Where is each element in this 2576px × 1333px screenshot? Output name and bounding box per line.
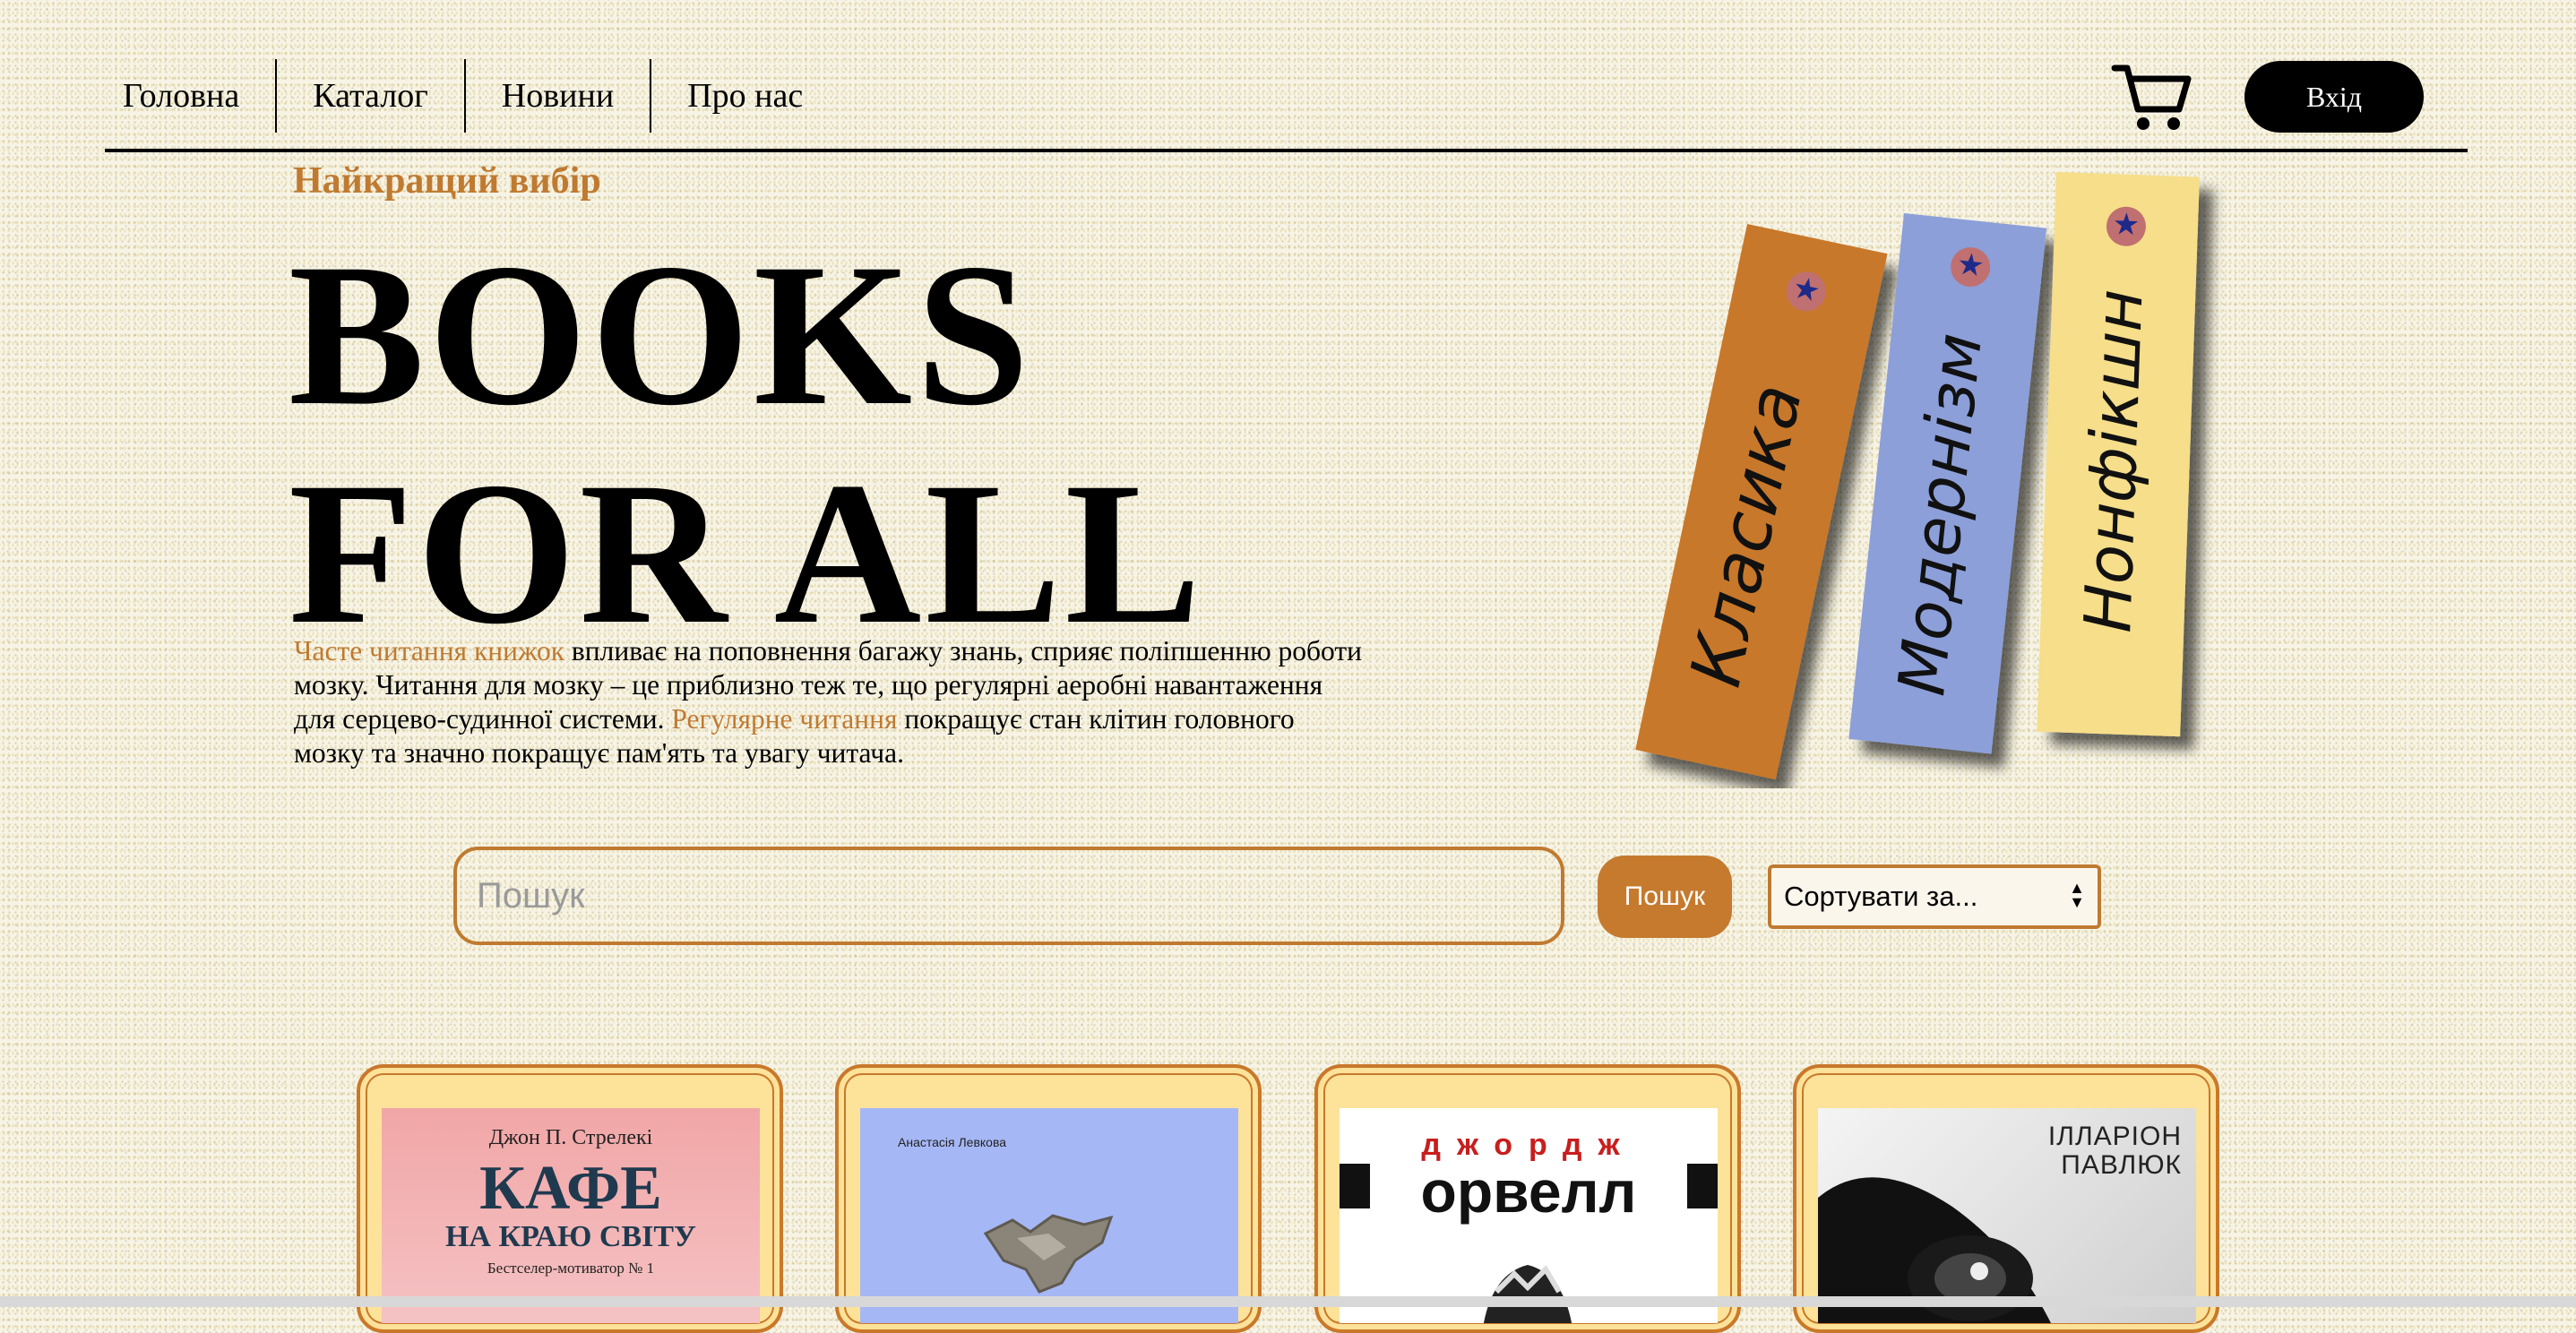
book-author-last: орвелл <box>1420 1158 1637 1225</box>
hero-eyebrow: Найкращий вибір <box>293 160 601 202</box>
bookmark-nonfiction[interactable]: ★ Нонфікшн <box>2037 172 2200 737</box>
book-author: Анастасія Левкова <box>898 1135 1007 1149</box>
book-card[interactable]: Анастасія Левкова <box>835 1064 1262 1333</box>
sort-select[interactable]: Сортувати за... ▲ ▼ <box>1768 864 2101 929</box>
book-tagline: Бестселер-мотиватор № 1 <box>487 1260 655 1277</box>
nav-item-home[interactable]: Головна <box>105 59 275 133</box>
hero-intro: Часте читання книжок впливає на поповнен… <box>294 634 1369 770</box>
search-input[interactable] <box>453 847 1564 945</box>
hero-title: BOOKS FOR ALL <box>289 222 1205 666</box>
book-cover: Джон П. Стрелекі КАФЕ НА КРАЮ СВІТУ Бест… <box>382 1108 760 1323</box>
book-card[interactable]: Джон П. Стрелекі КАФЕ НА КРАЮ СВІТУ Бест… <box>357 1064 783 1333</box>
sort-select-value: Сортувати за... <box>1784 881 1978 912</box>
select-arrows-icon: ▲ ▼ <box>2069 879 2085 911</box>
intro-accent-2: Регулярне читання <box>671 703 898 735</box>
cover-bar <box>1340 1164 1370 1208</box>
star-icon: ★ <box>1955 246 1986 285</box>
nav-underline <box>105 149 2468 152</box>
book-subtitle: НА КРАЮ СВІТУ <box>444 1220 696 1253</box>
login-button[interactable]: Вхід <box>2244 61 2424 133</box>
book-author: Джон П. Стрелекі <box>488 1126 653 1149</box>
book-card[interactable]: джордж орвелл <box>1314 1064 1741 1333</box>
cart-icon[interactable] <box>2111 59 2192 134</box>
book-cover: ІЛЛАРІОН ПАВЛЮК <box>1818 1108 2196 1323</box>
nav-item-news[interactable]: Новини <box>466 59 650 133</box>
intro-accent-1: Часте читання книжок <box>294 635 565 666</box>
nav-item-catalog[interactable]: Каталог <box>277 59 464 133</box>
cover-bar <box>1687 1164 1718 1208</box>
book-cover: Анастасія Левкова <box>860 1108 1238 1323</box>
nav-item-about[interactable]: Про нас <box>651 59 839 133</box>
bookmark-nonfiction-label: Нонфікшн <box>2070 288 2157 633</box>
main-nav: Головна Каталог Новини Про нас <box>105 59 839 133</box>
genre-bookmarks: ★ Класика ★ Модернізм ★ Нонфікшн <box>1635 172 2200 780</box>
star-icon: ★ <box>2112 206 2141 243</box>
search-button[interactable]: Пошук <box>1598 856 1732 938</box>
torn-paper-illustration <box>1483 1265 1572 1323</box>
bookmark-classic[interactable]: ★ Класика <box>1635 223 1888 780</box>
bottom-scroll-edge <box>0 1296 2576 1307</box>
crimea-map-illustration <box>983 1214 1114 1294</box>
book-cover: джордж орвелл <box>1340 1108 1718 1323</box>
book-title: КАФЕ <box>479 1154 662 1223</box>
book-card[interactable]: ІЛЛАРІОН ПАВЛЮК <box>1793 1064 2219 1333</box>
